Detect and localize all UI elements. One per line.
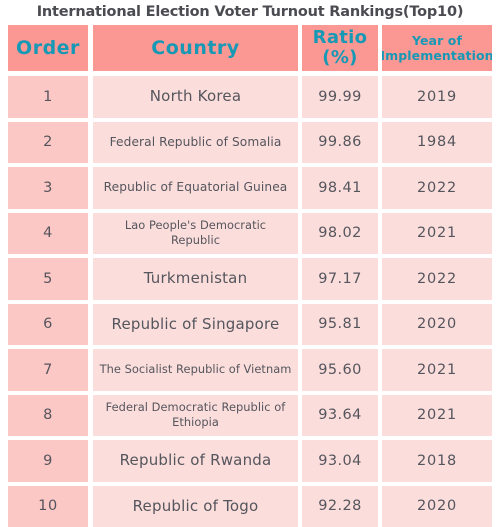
- cell-country: Republic of Equatorial Guinea: [93, 167, 298, 209]
- column-header-ratio: Ratio (%): [302, 25, 378, 71]
- cell-country: Republic of Singapore: [93, 304, 298, 346]
- cell-order: 10: [8, 486, 88, 527]
- cell-order: 9: [8, 440, 88, 482]
- cell-ratio: 95.60: [302, 349, 378, 391]
- cell-year: 2021: [382, 349, 492, 391]
- cell-year: 2021: [382, 395, 492, 437]
- cell-year: 2021: [382, 213, 492, 255]
- column-header-country: Country: [93, 25, 298, 71]
- cell-order: 3: [8, 167, 88, 209]
- cell-year: 2022: [382, 167, 492, 209]
- column-header-year-line1: Year of: [382, 33, 492, 48]
- cell-ratio: 92.28: [302, 486, 378, 527]
- cell-ratio: 98.02: [302, 213, 378, 255]
- cell-country: Turkmenistan: [93, 258, 298, 300]
- cell-year: 2020: [382, 304, 492, 346]
- cell-year: 2020: [382, 486, 492, 527]
- table-row: 8 Federal Democratic Republic of Ethiopi…: [8, 395, 492, 437]
- table-row: 6 Republic of Singapore 95.81 2020: [8, 304, 492, 346]
- column-header-year-line2: Implementation: [382, 48, 492, 63]
- column-header-year: Year of Implementation: [382, 25, 492, 71]
- table-row: 1 North Korea 99.99 2019: [8, 76, 492, 118]
- cell-ratio: 93.04: [302, 440, 378, 482]
- cell-order: 2: [8, 122, 88, 164]
- cell-country: Lao People's Democratic Republic: [93, 213, 298, 255]
- cell-order: 6: [8, 304, 88, 346]
- cell-year: 2022: [382, 258, 492, 300]
- page-title: International Election Voter Turnout Ran…: [0, 1, 500, 23]
- voter-turnout-ranking-page: International Election Voter Turnout Ran…: [0, 0, 500, 500]
- cell-country: Federal Democratic Republic of Ethiopia: [93, 395, 298, 437]
- cell-order: 8: [8, 395, 88, 437]
- table-row: 4 Lao People's Democratic Republic 98.02…: [8, 213, 492, 255]
- cell-ratio: 93.64: [302, 395, 378, 437]
- table-row: 10 Republic of Togo 92.28 2020: [8, 486, 492, 527]
- cell-country: Federal Republic of Somalia: [93, 122, 298, 164]
- table-row: 9 Republic of Rwanda 93.04 2018: [8, 440, 492, 482]
- table-row: 3 Republic of Equatorial Guinea 98.41 20…: [8, 167, 492, 209]
- table-header-row: Order Country Ratio (%) Year of Implemen…: [8, 25, 492, 71]
- cell-country: Republic of Togo: [93, 486, 298, 527]
- cell-ratio: 98.41: [302, 167, 378, 209]
- table-row: 7 The Socialist Republic of Vietnam 95.6…: [8, 349, 492, 391]
- cell-ratio: 95.81: [302, 304, 378, 346]
- table-row: 5 Turkmenistan 97.17 2022: [8, 258, 492, 300]
- cell-order: 5: [8, 258, 88, 300]
- table-row: 2 Federal Republic of Somalia 99.86 1984: [8, 122, 492, 164]
- cell-country: North Korea: [93, 76, 298, 118]
- cell-country: Republic of Rwanda: [93, 440, 298, 482]
- cell-year: 2019: [382, 76, 492, 118]
- cell-ratio: 99.86: [302, 122, 378, 164]
- column-header-ratio-line1: Ratio: [313, 28, 368, 48]
- cell-order: 7: [8, 349, 88, 391]
- cell-ratio: 97.17: [302, 258, 378, 300]
- column-header-ratio-line2: (%): [313, 48, 368, 68]
- cell-ratio: 99.99: [302, 76, 378, 118]
- column-header-order: Order: [8, 25, 88, 71]
- cell-country: The Socialist Republic of Vietnam: [93, 349, 298, 391]
- cell-year: 2018: [382, 440, 492, 482]
- cell-year: 1984: [382, 122, 492, 164]
- cell-order: 4: [8, 213, 88, 255]
- cell-order: 1: [8, 76, 88, 118]
- rankings-table: Order Country Ratio (%) Year of Implemen…: [8, 25, 492, 495]
